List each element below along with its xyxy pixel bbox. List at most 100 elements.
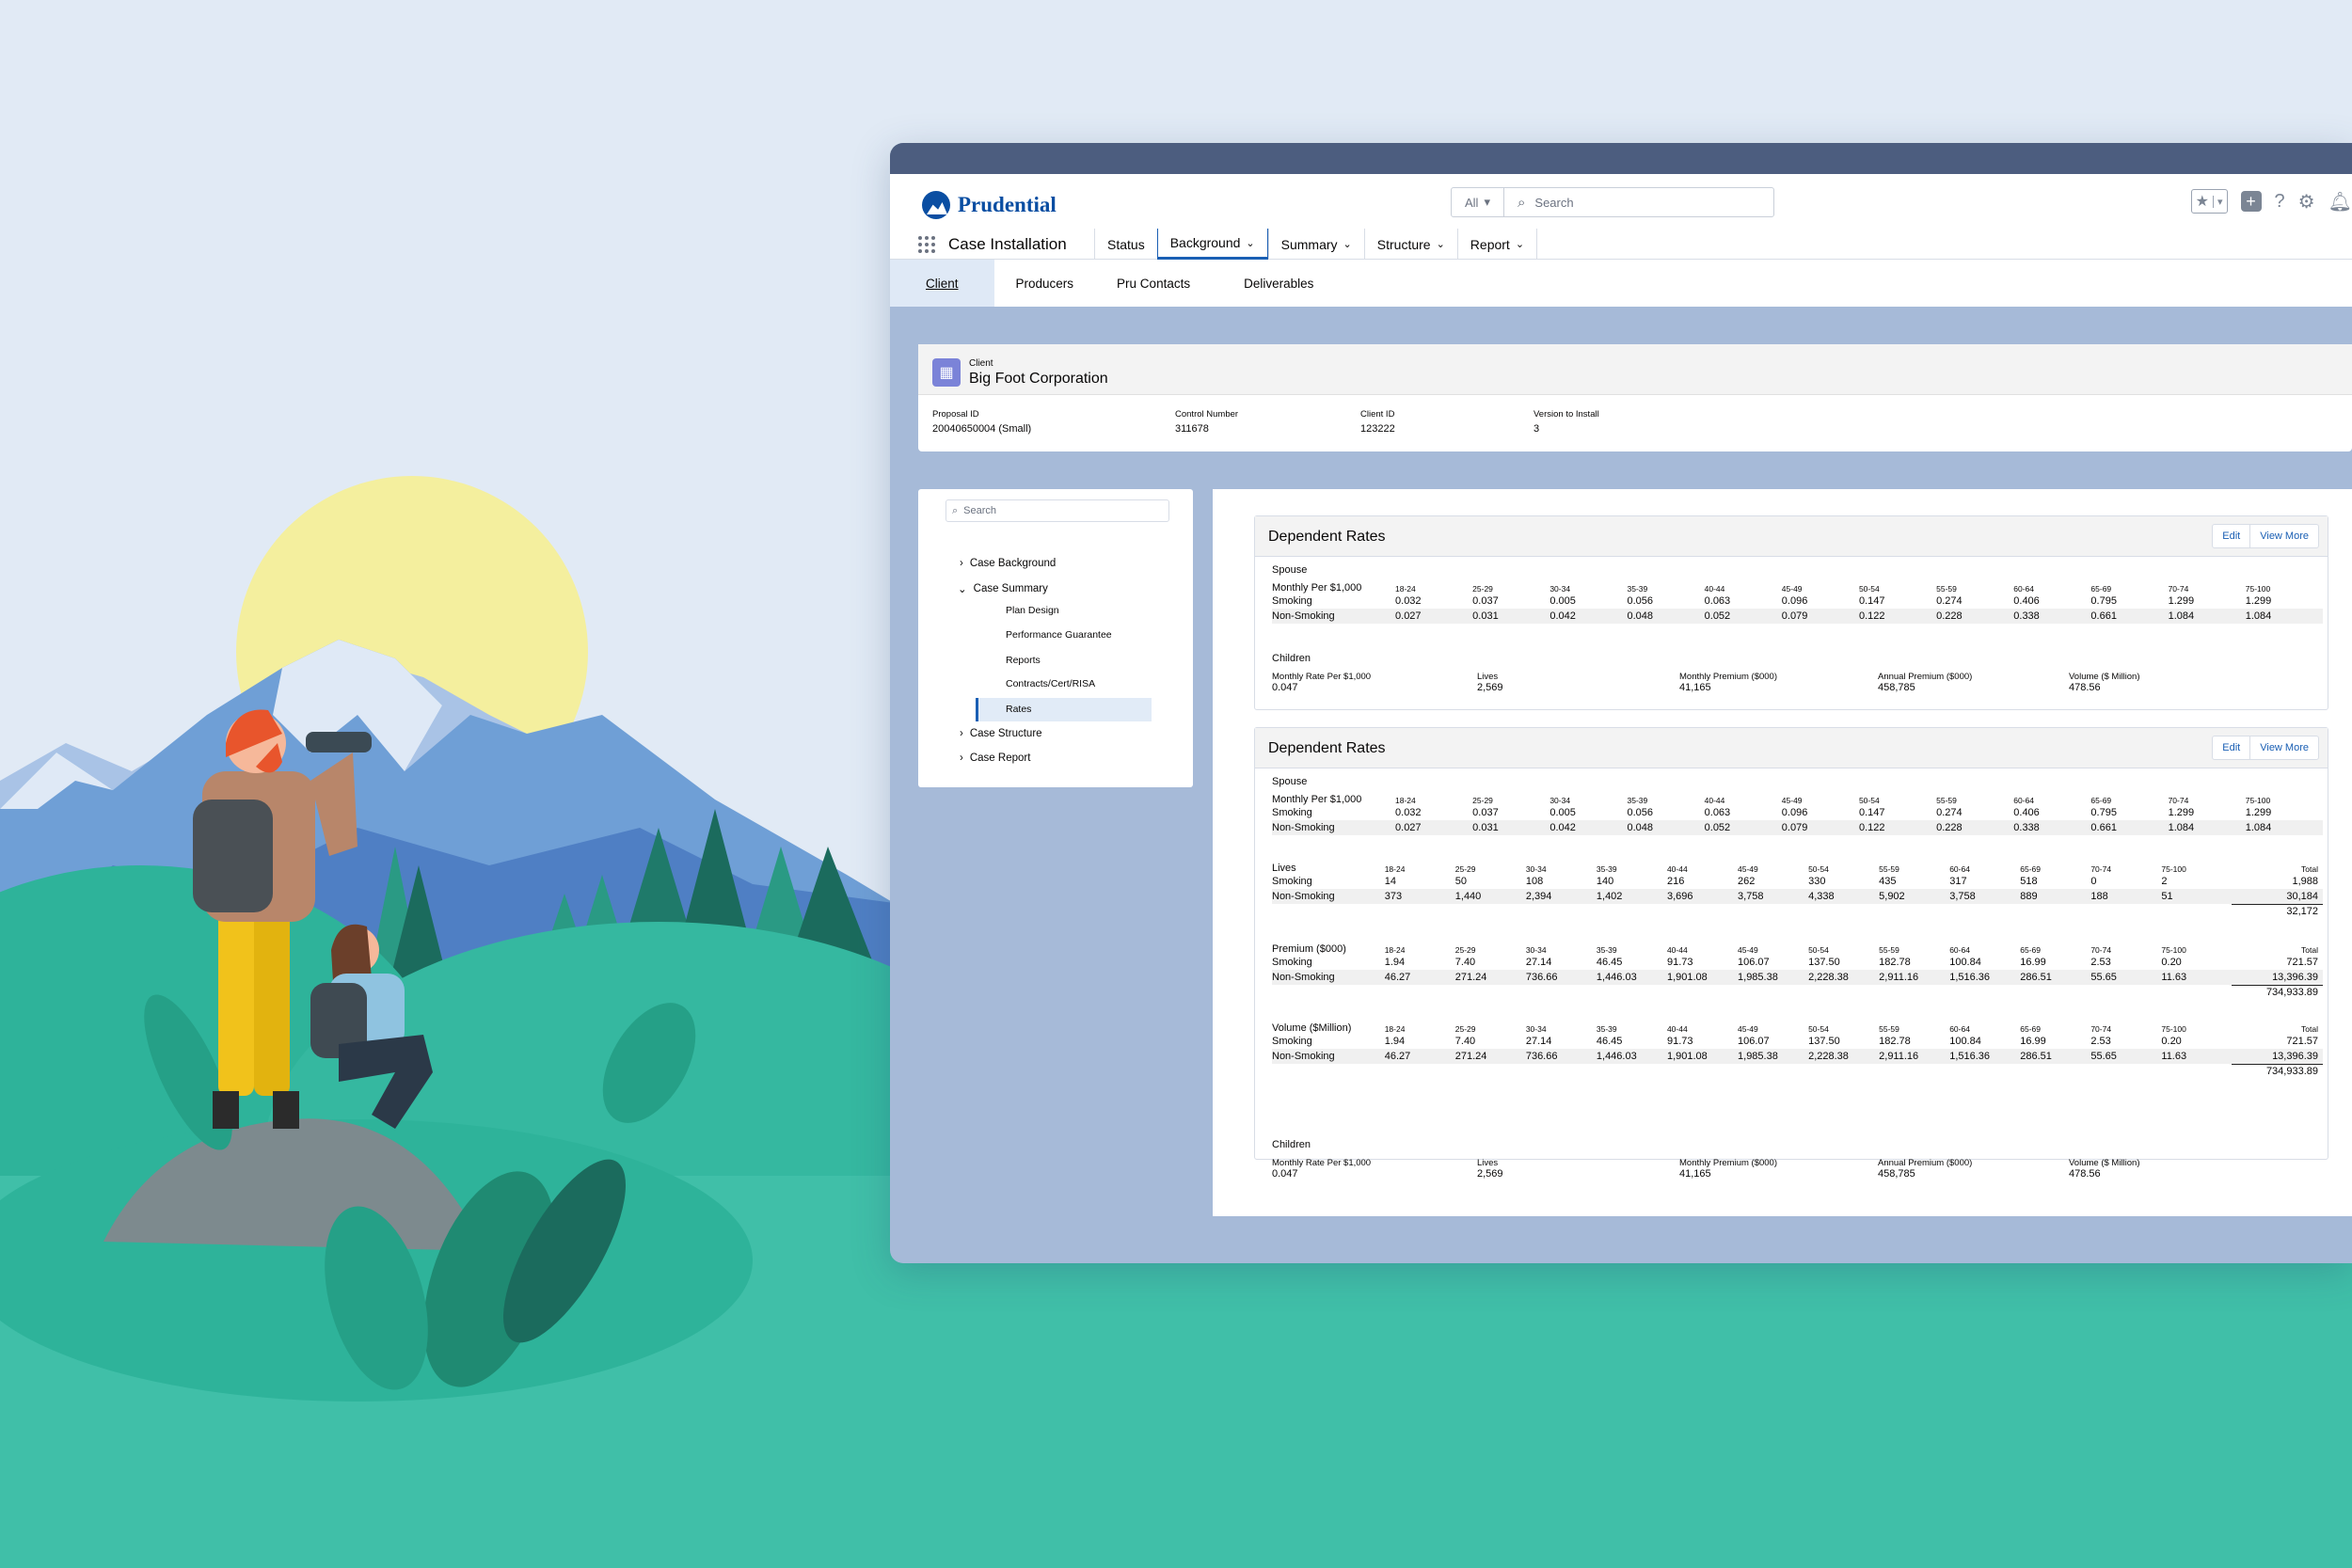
chevron-down-icon: ▾ bbox=[2213, 195, 2227, 208]
subtab-producers[interactable]: Producers bbox=[994, 260, 1096, 307]
field-label: Volume ($ Million) bbox=[2069, 1158, 2140, 1168]
field-label: Version to Install bbox=[1534, 409, 1599, 420]
subtab-client[interactable]: Client bbox=[890, 260, 994, 307]
age-band-header: 70-74 bbox=[2168, 796, 2189, 805]
field-label: Lives bbox=[1477, 672, 1499, 682]
table-cell: 0.079 bbox=[1781, 609, 1859, 624]
age-band-header: 45-49 bbox=[1781, 796, 1803, 805]
age-band-header: 70-74 bbox=[2090, 1024, 2112, 1034]
table-cell: 0.795 bbox=[2090, 807, 2117, 818]
tree-item-case-report[interactable]: › Case Report bbox=[960, 752, 1030, 764]
tree-item-case-background[interactable]: › Case Background bbox=[960, 558, 1056, 569]
view-more-button[interactable]: View More bbox=[2249, 736, 2318, 759]
subtab-deliverables[interactable]: Deliverables bbox=[1212, 260, 1335, 307]
nav-tab-label: Report bbox=[1470, 236, 1510, 252]
age-band-header: 55-59 bbox=[1936, 584, 1957, 594]
field-value: 478.56 bbox=[2069, 1168, 2101, 1180]
global-search: All ▾ ⌕ Search bbox=[1451, 187, 1774, 217]
favorites-button[interactable]: ★ ▾ bbox=[2190, 189, 2228, 214]
subtab-pru-contacts[interactable]: Pru Contacts bbox=[1095, 260, 1212, 307]
table-cell: 1.084 bbox=[2245, 609, 2323, 624]
tree-item-plan-design[interactable]: Plan Design bbox=[1006, 605, 1059, 616]
table-cell: 3,758 bbox=[1949, 889, 2021, 904]
table-cell: 11.63 bbox=[2161, 970, 2233, 985]
global-search-input[interactable]: Search bbox=[1534, 196, 1573, 210]
age-band-header: 35-39 bbox=[1596, 864, 1617, 874]
tree-search-input[interactable]: ⌕ Search bbox=[946, 499, 1169, 522]
age-band-header: 75-100 bbox=[2161, 864, 2186, 874]
table-cell: 262 bbox=[1738, 876, 1756, 887]
bell-icon[interactable]: 🔔︎ bbox=[2328, 190, 2352, 214]
row-total: 721.57 bbox=[2286, 957, 2318, 968]
tree-item-case-structure[interactable]: › Case Structure bbox=[960, 728, 1042, 739]
table-cell: 2.53 bbox=[2090, 957, 2111, 968]
table-cell: 182.78 bbox=[1879, 957, 1911, 968]
children-field: Monthly Premium ($000) 41,165 bbox=[1679, 1158, 1777, 1180]
table-cell: 0.052 bbox=[1704, 609, 1782, 624]
table-cell: 108 bbox=[1525, 876, 1544, 887]
table-cell: 0.147 bbox=[1858, 807, 1885, 818]
field-value: 41,165 bbox=[1679, 682, 1711, 693]
table-cell: 1.299 bbox=[2168, 807, 2195, 818]
view-more-button[interactable]: View More bbox=[2249, 525, 2318, 547]
card-actions: Edit View More bbox=[2212, 524, 2319, 548]
card-actions: Edit View More bbox=[2212, 736, 2319, 760]
total-header: Total bbox=[2301, 1024, 2318, 1034]
favorites-star-icon: ★ bbox=[2195, 194, 2210, 210]
app-launcher-icon[interactable] bbox=[918, 229, 939, 260]
tree-item-case-summary[interactable]: ⌄ Case Summary bbox=[958, 582, 1048, 595]
table-row: Smoking 1.94 7.40 27.14 46.45 91.73 106.07 137.… bbox=[1272, 955, 2323, 970]
table-cell: 0.063 bbox=[1704, 807, 1731, 818]
nav-tab-status[interactable]: Status bbox=[1094, 229, 1157, 260]
age-band-header: 50-54 bbox=[1808, 864, 1829, 874]
table-cell: 736.66 bbox=[1525, 970, 1597, 985]
table-cell: 0.037 bbox=[1472, 807, 1499, 818]
age-band-header: 18-24 bbox=[1384, 945, 1406, 955]
table-cell: 1.084 bbox=[2245, 820, 2323, 835]
case-tree-panel: ⌕ Search › Case Background ⌄ Case Summar… bbox=[918, 489, 1193, 787]
table-cell: 0.274 bbox=[1936, 807, 1963, 818]
nav-tab-structure[interactable]: Structure ⌄ bbox=[1363, 229, 1457, 260]
tree-item-rates[interactable]: Rates bbox=[1006, 704, 1031, 715]
add-icon[interactable]: + bbox=[2240, 191, 2262, 212]
tree-item-label: Case Background bbox=[969, 558, 1057, 569]
age-band-header: 30-34 bbox=[1525, 1024, 1547, 1034]
search-scope-dropdown[interactable]: All ▾ bbox=[1452, 188, 1504, 216]
table-cell: 0.027 bbox=[1395, 820, 1473, 835]
table-cell: 100.84 bbox=[1949, 1036, 1981, 1047]
field-value: 2,569 bbox=[1477, 682, 1503, 693]
edit-button[interactable]: Edit bbox=[2213, 736, 2249, 759]
tree-item-label: Case Report bbox=[969, 752, 1031, 764]
prudential-logo[interactable]: Prudential bbox=[922, 191, 1057, 219]
tree-item-performance-guarantee[interactable]: Performance Guarantee bbox=[1006, 629, 1112, 641]
table-cell: 216 bbox=[1666, 876, 1685, 887]
table-cell: 1.084 bbox=[2168, 820, 2246, 835]
field-value: 2,569 bbox=[1477, 1168, 1503, 1180]
nav-tab-background[interactable]: Background ⌄ bbox=[1156, 229, 1268, 260]
tree-item-contracts[interactable]: Contracts/Cert/RISA bbox=[1006, 678, 1095, 689]
table-cell: 271.24 bbox=[1454, 1049, 1526, 1064]
table-cell: 0.063 bbox=[1704, 595, 1731, 607]
table-cell: 1,516.36 bbox=[1949, 970, 2021, 985]
help-icon[interactable]: ? bbox=[2275, 191, 2285, 213]
age-band-header: 45-49 bbox=[1781, 584, 1803, 594]
table-cell: 518 bbox=[2020, 876, 2038, 887]
age-band-header: 60-64 bbox=[2013, 796, 2035, 805]
nav-tab-report[interactable]: Report ⌄ bbox=[1456, 229, 1538, 260]
table-cell: 286.51 bbox=[2020, 1049, 2091, 1064]
field-value: 3 bbox=[1534, 423, 1540, 435]
gear-icon[interactable]: ⚙ bbox=[2298, 190, 2315, 214]
age-band-header: 30-34 bbox=[1549, 584, 1571, 594]
table-cell: 0.795 bbox=[2090, 595, 2117, 607]
table-row: Non-Smoking 373 1,440 2,394 1,402 3,696 3,758 4… bbox=[1272, 889, 2323, 904]
table-cell: 1,446.03 bbox=[1596, 970, 1667, 985]
table-cell: 2,911.16 bbox=[1879, 1049, 1950, 1064]
nav-tab-summary[interactable]: Summary ⌄ bbox=[1267, 229, 1364, 260]
children-field: Monthly Premium ($000) 41,165 bbox=[1679, 672, 1777, 693]
age-band-header: 40-44 bbox=[1666, 1024, 1688, 1034]
table-header-label: Monthly Per $1,000 bbox=[1272, 794, 1362, 805]
edit-button[interactable]: Edit bbox=[2213, 525, 2249, 547]
row-total: 721.57 bbox=[2286, 1036, 2318, 1047]
age-band-header: 55-59 bbox=[1879, 1024, 1899, 1034]
tree-item-reports[interactable]: Reports bbox=[1006, 655, 1041, 666]
